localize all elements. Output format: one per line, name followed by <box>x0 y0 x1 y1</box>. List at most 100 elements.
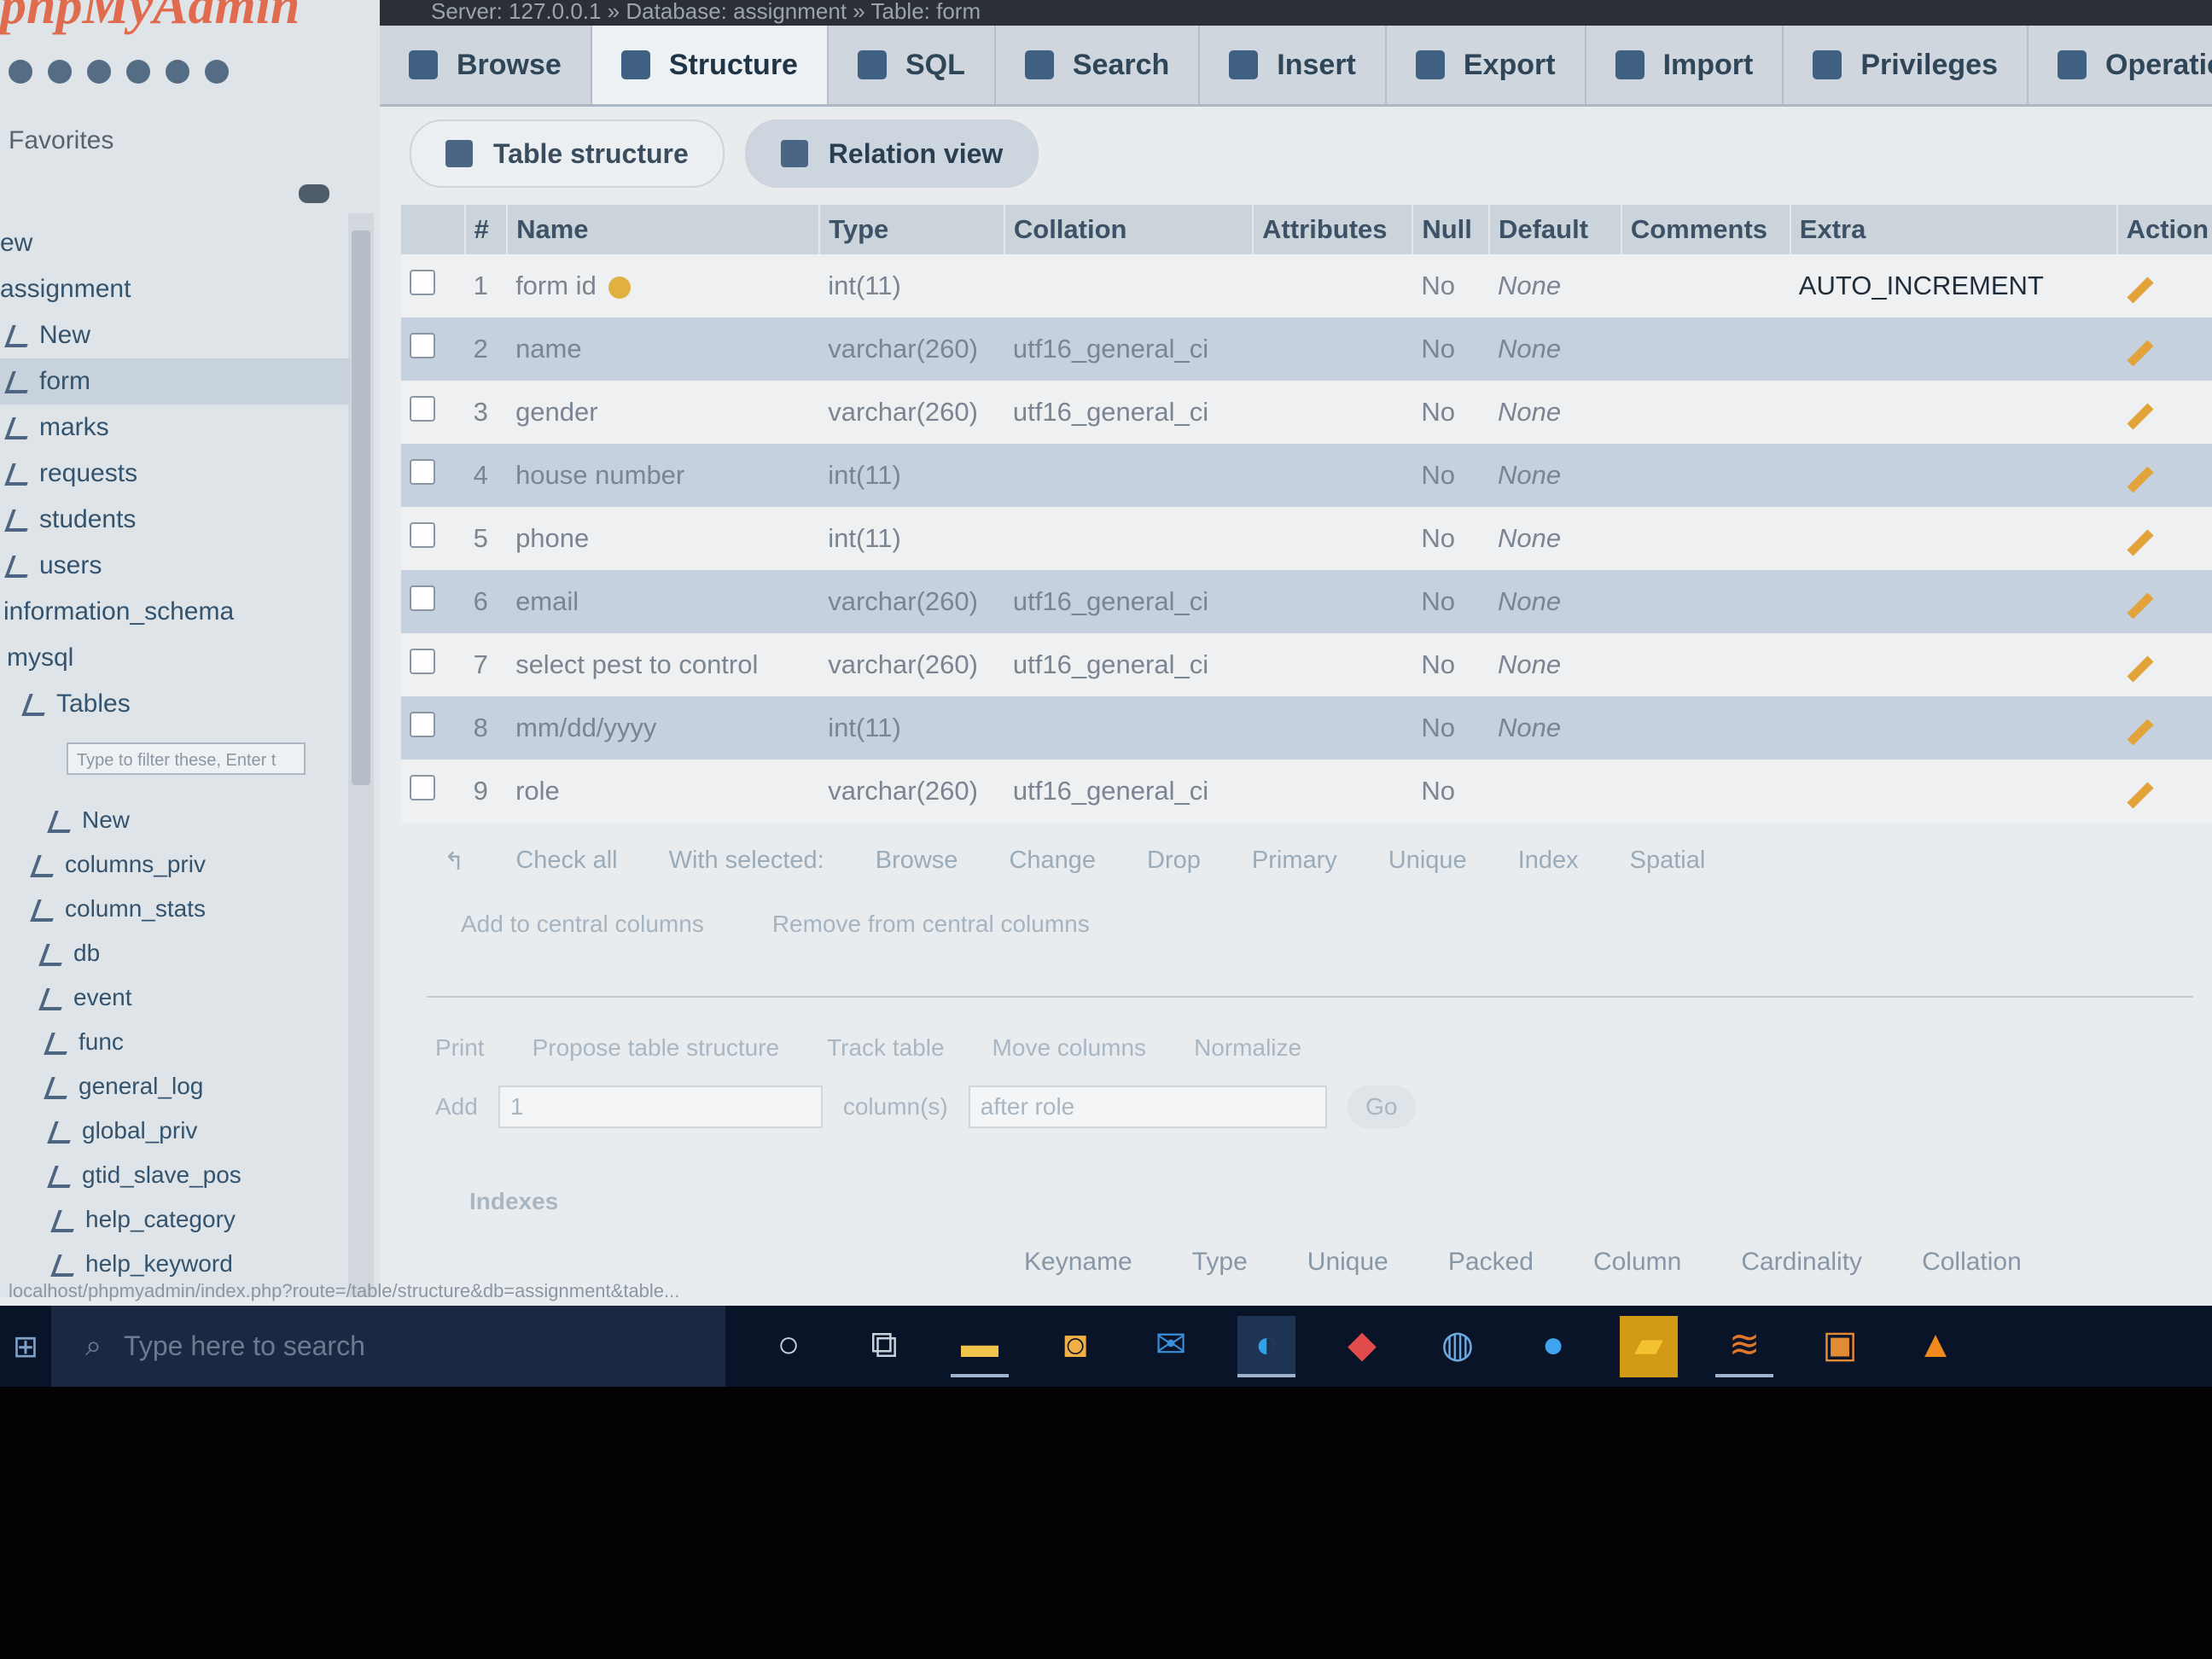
file-explorer-icon[interactable]: ▬ <box>951 1316 1009 1377</box>
windows-start-icon[interactable]: ⊞ <box>0 1306 51 1387</box>
null-column-header[interactable]: Null <box>1412 205 1490 254</box>
tree-item-global-priv[interactable]: global_priv <box>0 1109 350 1153</box>
print-button[interactable]: Print <box>435 1034 485 1062</box>
logout-icon[interactable] <box>48 60 72 84</box>
app-logo[interactable]: phpMyAdmin <box>0 0 300 37</box>
bulk-change-button[interactable]: Change <box>1009 847 1096 876</box>
tab-search[interactable]: Search <box>996 26 1201 104</box>
git-icon[interactable]: ◆ <box>1333 1316 1391 1377</box>
row-checkbox[interactable] <box>410 585 435 611</box>
row-checkbox[interactable] <box>410 270 435 295</box>
table-row[interactable]: 9 role varchar(260) utf16_general_ci No <box>401 760 2212 823</box>
change-pencil-icon[interactable] <box>2127 466 2154 493</box>
bulk-unique-button[interactable]: Unique <box>1388 847 1467 876</box>
attributes-column-header[interactable]: Attributes <box>1253 205 1414 254</box>
normalize-button[interactable]: Normalize <box>1194 1034 1301 1062</box>
taskbar-search-box[interactable]: ⌕ Type here to search <box>51 1306 725 1387</box>
tree-item-new-table[interactable]: New <box>0 312 350 358</box>
move-columns-button[interactable]: Move columns <box>992 1034 1147 1062</box>
help-icon[interactable] <box>87 60 111 84</box>
table-row[interactable]: 4 house number int(11) No None <box>401 444 2212 507</box>
tree-item-students[interactable]: students <box>0 497 350 543</box>
tree-item-general-log[interactable]: general_log <box>0 1064 350 1109</box>
row-checkbox[interactable] <box>410 522 435 548</box>
tab-import[interactable]: Import <box>1586 26 1784 104</box>
tree-item-gtid-slave-pos[interactable]: gtid_slave_pos <box>0 1153 350 1197</box>
tree-item-db[interactable]: db <box>0 931 350 975</box>
bulk-primary-button[interactable]: Primary <box>1252 847 1337 876</box>
xampp-icon[interactable]: ▣ <box>1811 1316 1869 1377</box>
check-all-checkbox[interactable]: Check all <box>515 847 617 876</box>
row-checkbox[interactable] <box>410 396 435 422</box>
extra-column-header[interactable]: Extra <box>1790 205 2118 254</box>
task-view-icon[interactable]: ⧉ <box>855 1316 913 1377</box>
change-pencil-icon[interactable] <box>2127 340 2154 367</box>
tree-item-event[interactable]: event <box>0 975 350 1020</box>
change-pencil-icon[interactable] <box>2127 655 2154 683</box>
go-button[interactable]: Go <box>1347 1086 1416 1128</box>
home-icon[interactable] <box>9 60 32 84</box>
column-count-input[interactable]: 1 <box>498 1086 823 1128</box>
tab-structure[interactable]: Structure <box>591 26 829 104</box>
row-checkbox[interactable] <box>410 333 435 358</box>
bulk-drop-button[interactable]: Drop <box>1147 847 1201 876</box>
tree-item-new-db[interactable]: ew <box>0 220 350 266</box>
bulk-index-button[interactable]: Index <box>1518 847 1579 876</box>
table-row[interactable]: 1 form id int(11) No None AUTO_INCREMENT <box>401 254 2212 317</box>
tab-export[interactable]: Export <box>1387 26 1586 104</box>
tree-item-help-category[interactable]: help_category <box>0 1197 350 1242</box>
tree-item-users[interactable]: users <box>0 543 350 589</box>
bulk-spatial-button[interactable]: Spatial <box>1630 847 1706 876</box>
track-table-button[interactable]: Track table <box>827 1034 944 1062</box>
settings-icon[interactable] <box>166 60 189 84</box>
table-row[interactable]: 5 phone int(11) No None <box>401 507 2212 570</box>
store-icon[interactable]: ◙ <box>1046 1316 1104 1377</box>
default-column-header[interactable]: Default <box>1488 205 1622 254</box>
tab-operations[interactable]: Operations <box>2029 26 2212 104</box>
indexes-section-title[interactable]: Indexes <box>469 1188 558 1215</box>
cortana-icon[interactable]: ○ <box>760 1316 818 1377</box>
link-collapse-button[interactable] <box>299 184 329 203</box>
row-checkbox[interactable] <box>410 712 435 737</box>
zoom-icon[interactable]: ● <box>1524 1316 1582 1377</box>
tab-sql[interactable]: SQL <box>829 26 996 104</box>
propose-structure-button[interactable]: Propose table structure <box>533 1034 780 1062</box>
tree-item-column-stats[interactable]: column_stats <box>0 887 350 931</box>
tab-browse[interactable]: Browse <box>380 26 592 104</box>
tree-item-mysql-new[interactable]: New <box>0 798 350 842</box>
column-position-select[interactable]: after role <box>968 1086 1327 1128</box>
type-column-header[interactable]: Type <box>819 205 1005 254</box>
tree-item-tables[interactable]: Tables <box>0 681 350 727</box>
table-row[interactable]: 2 name varchar(260) utf16_general_ci No None <box>401 317 2212 381</box>
tab-insert[interactable]: Insert <box>1200 26 1387 104</box>
table-structure-tab[interactable]: Table structure <box>410 119 725 188</box>
favorites-toggle[interactable]: Favorites <box>9 126 114 155</box>
tree-item-requests[interactable]: requests <box>0 451 350 497</box>
name-column-header[interactable]: Name <box>507 205 821 254</box>
sidebar-scrollbar[interactable] <box>352 230 370 785</box>
row-checkbox[interactable] <box>410 649 435 674</box>
remove-central-columns-button[interactable]: Remove from central columns <box>772 911 1090 938</box>
comments-column-header[interactable]: Comments <box>1621 205 1791 254</box>
tree-item-information-schema[interactable]: information_schema <box>0 589 350 635</box>
sublime-icon[interactable]: ≋ <box>1715 1316 1773 1377</box>
row-checkbox[interactable] <box>410 459 435 485</box>
table-row[interactable]: 6 email varchar(260) utf16_general_ci No None <box>401 570 2212 633</box>
change-pencil-icon[interactable] <box>2127 592 2154 620</box>
tree-item-assignment[interactable]: assignment <box>0 266 350 312</box>
tree-item-marks[interactable]: marks <box>0 405 350 451</box>
relation-view-tab[interactable]: Relation view <box>744 119 1039 188</box>
sticky-notes-icon[interactable]: ▰ <box>1620 1315 1678 1377</box>
table-row[interactable]: 7 select pest to control varchar(260) utf16… <box>401 633 2212 696</box>
vlc-icon[interactable]: ▲ <box>1906 1316 1965 1377</box>
edge-browser-icon[interactable]: ◐ <box>1237 1315 1295 1377</box>
app-icon[interactable]: ◍ <box>1429 1316 1487 1377</box>
row-checkbox[interactable] <box>410 775 435 800</box>
change-pencil-icon[interactable] <box>2127 782 2154 809</box>
tree-item-columns-priv[interactable]: columns_priv <box>0 842 350 887</box>
tab-privileges[interactable]: Privileges <box>1784 26 2029 104</box>
reload-icon[interactable] <box>205 60 229 84</box>
table-row[interactable]: 8 mm/dd/yyyy int(11) No None <box>401 696 2212 760</box>
change-pencil-icon[interactable] <box>2127 276 2154 304</box>
add-central-columns-button[interactable]: Add to central columns <box>461 911 704 938</box>
